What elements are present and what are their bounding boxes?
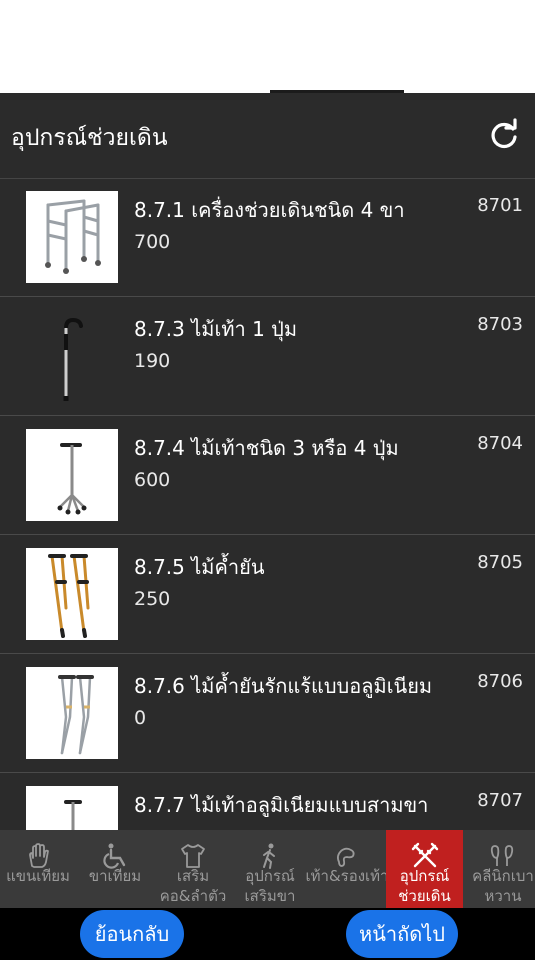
list-item[interactable]: 8.7.1 เครื่องช่วยเดินชนิด 4 ขา 700 8701 [0,178,535,297]
item-price: 600 [134,469,171,491]
bottom-bar: ย้อนกลับ หน้าถัดไป [0,908,535,960]
item-name: 8.7.4 ไม้เท้าชนิด 3 หรือ 4 ปุ่ม [134,436,399,460]
item-code: 8701 [477,195,523,216]
item-price: 700 [134,231,171,253]
tab-label-line2: หวาน [484,887,522,905]
item-name: 8.7.3 ไม้เท้า 1 ปุ่ม [134,317,298,341]
item-price: 0 [134,707,147,729]
list-item[interactable]: 8.7.6 ไม้ค้ำยันรักแร้แบบอลูมิเนียม 0 870… [0,654,535,773]
item-code: 8704 [477,433,523,454]
item-code: 8706 [477,671,523,692]
tab-diabetes-clinic[interactable]: คลีนิกเบา หวาน [463,830,535,908]
item-name: 8.7.5 ไม้ค้ำยัน [134,555,265,579]
item-name: 8.7.1 เครื่องช่วยเดินชนิด 4 ขา [134,198,405,222]
quad-cane-image [26,429,118,521]
cane-image [26,310,118,402]
back-button[interactable]: ย้อนกลับ [80,910,184,958]
list-item[interactable]: 8.7.5 ไม้ค้ำยัน 250 8705 [0,535,535,654]
item-code: 8703 [477,314,523,335]
list-item[interactable]: 8.7.7 ไม้เท้าอลูมิเนียมแบบสามขา 8707 [0,773,535,830]
next-page-button[interactable]: หน้าถัดไป [346,910,458,958]
item-price: 190 [134,350,171,372]
tab-label-line2: เสริมขา [244,887,296,905]
list-item[interactable]: 8.7.3 ไม้เท้า 1 ปุ่ม 190 8703 [0,297,535,416]
category-panel: อุปกรณ์ช่วยเดิน 8.7.1 เครื่องช่วยเดินชนิ… [0,93,535,830]
tab-label: คลีนิกเบา [472,867,534,885]
item-name: 8.7.6 ไม้ค้ำยันรักแร้แบบอลูมิเนียม [134,674,433,698]
category-tab-bar: แขนเทียม ขาเทียม เสริม คอ&ลำตัว อุปกรณ์ … [0,830,535,908]
tab-prosthetic-leg[interactable]: ขาเทียม [76,830,154,908]
list-item[interactable]: 8.7.4 ไม้เท้าชนิด 3 หรือ 4 ปุ่ม 600 8704 [0,416,535,535]
item-name: 8.7.7 ไม้เท้าอลูมิเนียมแบบสามขา [134,793,429,817]
item-price: 250 [134,588,171,610]
tripod-cane-image [26,786,118,830]
aluminum-crutches-image [26,667,118,759]
item-code: 8705 [477,552,523,573]
tab-prosthetic-arm[interactable]: แขนเทียม [0,830,76,908]
walker-image [26,191,118,283]
page-title: อุปกรณ์ช่วยเดิน [11,125,168,151]
item-code: 8707 [477,790,523,811]
panel-header: อุปกรณ์ช่วยเดิน [0,93,535,179]
tab-neck-torso[interactable]: เสริม คอ&ลำตัว [154,830,232,908]
wooden-crutches-image [26,548,118,640]
tab-walking-aids[interactable]: อุปกรณ์ ช่วยเดิน [386,830,463,908]
refresh-icon[interactable] [487,118,521,152]
tab-leg-support[interactable]: อุปกรณ์ เสริมขา [232,830,308,908]
tab-foot-shoes[interactable]: เท้า&รองเท้า [306,830,388,908]
top-blank-area [0,0,535,93]
